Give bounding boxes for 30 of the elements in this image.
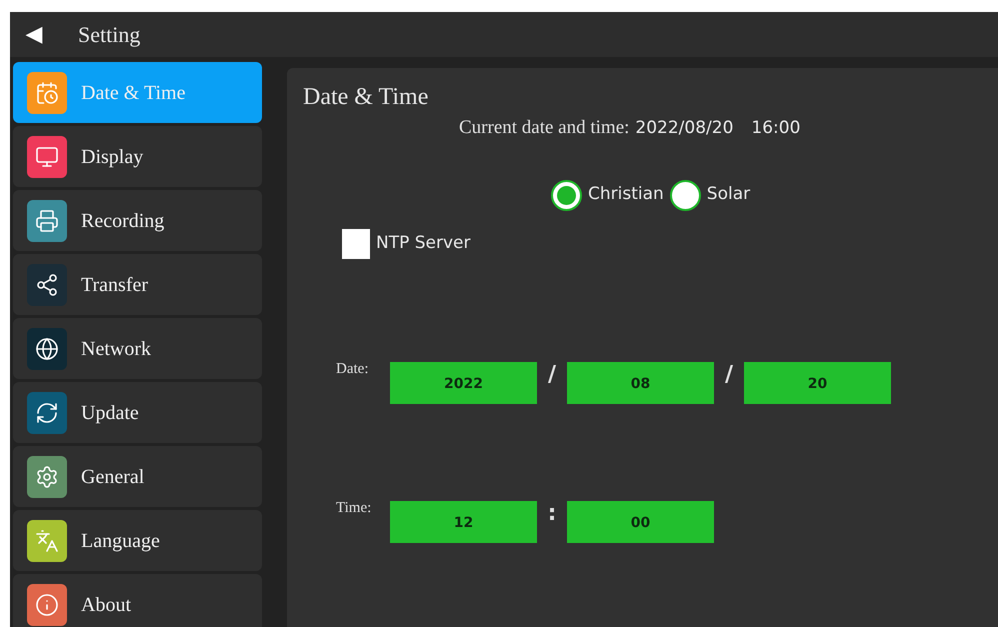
- panel-title: Date & Time: [303, 83, 430, 112]
- number-field[interactable]: 00: [567, 500, 714, 542]
- sidebar-item[interactable]: Recording: [13, 190, 262, 251]
- header-title: Setting: [78, 21, 140, 49]
- number-field[interactable]: 20: [744, 362, 891, 404]
- sidebar-item[interactable]: Transfer: [13, 254, 262, 315]
- current-time-text: 16:00: [751, 117, 800, 140]
- sidebar-item[interactable]: General: [13, 446, 262, 507]
- checkbox-label: NTP Server: [376, 232, 471, 255]
- radio-label: Christian: [588, 183, 664, 206]
- sidebar-item[interactable]: Language: [13, 510, 262, 571]
- field-label: Time:: [336, 498, 372, 518]
- radio-button[interactable]: [551, 180, 582, 210]
- current-date-text: 2022/08/20: [635, 117, 734, 140]
- field-label: Date:: [336, 360, 370, 378]
- separator-text: /: [546, 360, 558, 388]
- current-datetime-label: Current date and time:: [459, 116, 630, 140]
- radio-button[interactable]: [670, 180, 701, 210]
- back-button[interactable]: ◀: [22, 24, 46, 46]
- number-field[interactable]: 2022: [390, 362, 537, 404]
- separator-text: /: [724, 360, 734, 388]
- number-field[interactable]: 12: [390, 500, 537, 542]
- checkbox[interactable]: [342, 228, 370, 258]
- sidebar-item[interactable]: About: [13, 574, 262, 627]
- separator-text: :: [546, 500, 558, 528]
- number-field[interactable]: 08: [567, 362, 714, 404]
- sidebar-item[interactable]: Display: [13, 126, 262, 187]
- sidebar-item[interactable]: Update: [13, 382, 262, 443]
- sidebar-item[interactable]: Network: [13, 318, 262, 379]
- radio-label: Solar: [706, 183, 750, 206]
